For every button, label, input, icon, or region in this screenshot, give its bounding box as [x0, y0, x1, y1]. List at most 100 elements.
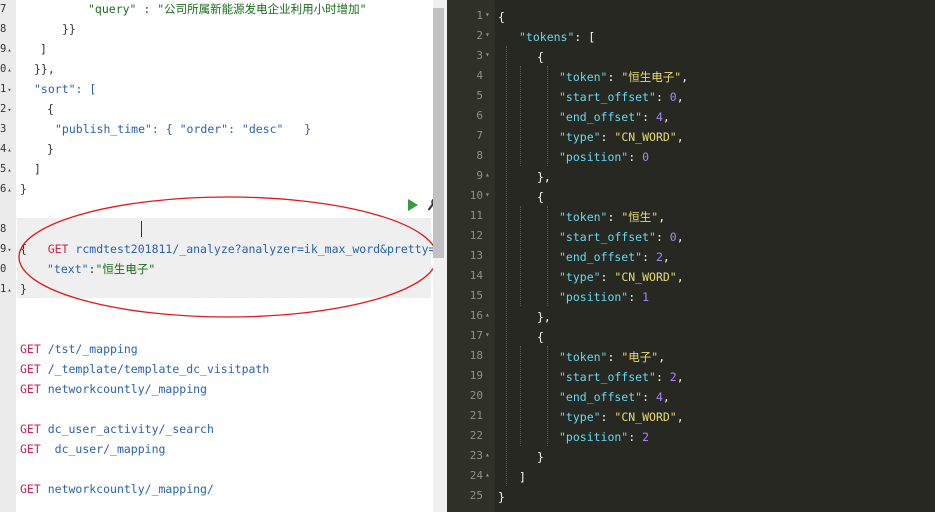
- token-field-position: "position": 2: [559, 430, 650, 444]
- token-field-end-offset: "end_offset": 4,: [559, 110, 670, 124]
- line-number: 6▴: [0, 183, 12, 195]
- json-tokens-close: ]: [519, 470, 526, 484]
- code-line[interactable]: }: [20, 279, 27, 299]
- token-field-position: "position": 1: [559, 290, 650, 304]
- line-number: 1▴: [0, 283, 12, 295]
- line-number: 1▾: [0, 83, 12, 95]
- send-request-icon[interactable]: [408, 199, 418, 211]
- line-number: 25: [469, 489, 483, 502]
- token-field-type: "type": "CN_WORD",: [559, 410, 684, 424]
- line-number: 20: [469, 389, 483, 402]
- token-field-start-offset: "start_offset": 0,: [559, 90, 684, 104]
- fold-up-icon[interactable]: ▴: [7, 46, 11, 54]
- json-tokens-key: "tokens": [: [519, 30, 596, 44]
- code-line[interactable]: "text":"恒生电子": [47, 259, 155, 279]
- line-number: 17: [469, 329, 483, 342]
- active-request-line[interactable]: GET rcmdtest201811/_analyze?analyzer=ik_…: [20, 219, 433, 256]
- fold-up-icon[interactable]: ▴: [7, 146, 11, 154]
- fold-marker-icon[interactable]: ▾: [485, 330, 495, 339]
- request-line[interactable]: GET /_template/template_dc_visitpath: [20, 359, 269, 379]
- request-line[interactable]: GET networkcountly/_mapping/: [20, 479, 214, 499]
- fold-up-icon[interactable]: ▴: [7, 166, 11, 174]
- code-line[interactable]: {: [47, 99, 54, 119]
- fold-marker-icon[interactable]: ▴: [485, 310, 495, 319]
- line-number: 0: [0, 263, 7, 275]
- code-line[interactable]: }: [47, 139, 54, 159]
- line-number: 24: [469, 469, 483, 482]
- line-number: 8: [0, 23, 7, 35]
- request-line[interactable]: GET networkcountly/_mapping: [20, 379, 207, 399]
- fold-marker-icon[interactable]: ▴: [485, 170, 495, 179]
- json-root-open: {: [498, 10, 505, 24]
- fold-marker-icon[interactable]: ▾: [485, 30, 495, 39]
- line-number: 3: [476, 49, 483, 62]
- line-number: 19: [469, 369, 483, 382]
- fold-marker-icon[interactable]: ▾: [485, 10, 495, 19]
- token-field-start-offset: "start_offset": 2,: [559, 370, 684, 384]
- line-number: 2▾: [0, 103, 12, 115]
- request-url: rcmdtest201811/_analyze?analyzer=ik_max_…: [75, 242, 433, 256]
- line-number: 10: [469, 189, 483, 202]
- code-line[interactable]: ]: [40, 39, 47, 59]
- line-number: 4: [476, 69, 483, 82]
- editor-scrollbar-thumb[interactable]: [433, 8, 444, 258]
- code-line[interactable]: }},: [34, 59, 55, 79]
- fold-marker-icon[interactable]: ▾: [485, 190, 495, 199]
- line-number: 15: [469, 289, 483, 302]
- fold-down-icon[interactable]: ▾: [7, 246, 11, 254]
- line-number: 21: [469, 409, 483, 422]
- request-line[interactable]: GET dc_user/_mapping: [20, 439, 165, 459]
- text-cursor: [141, 221, 142, 237]
- line-number: 9▾: [0, 243, 12, 255]
- code-line[interactable]: "sort": [: [34, 79, 96, 99]
- token-close-brace: },: [537, 170, 551, 184]
- token-close-brace: },: [537, 310, 551, 324]
- line-number: 22: [469, 429, 483, 442]
- line-number: 1: [476, 9, 483, 22]
- token-field-type: "type": "CN_WORD",: [559, 270, 684, 284]
- request-editor[interactable]: 7 8 9▴ 0▴ 1▾ 2▾ 3 4▴ 5▴ 6▴ 8 9▾ 0 1▴ "qu…: [0, 0, 433, 512]
- token-field-position: "position": 0: [559, 150, 650, 164]
- line-number: 8: [0, 223, 7, 235]
- line-number: 4▴: [0, 143, 12, 155]
- fold-marker-icon[interactable]: ▾: [485, 50, 495, 59]
- line-number: 9▴: [0, 43, 12, 55]
- code-line[interactable]: {: [20, 239, 27, 259]
- request-line[interactable]: GET /tst/_mapping: [20, 339, 138, 359]
- token-close-brace: }: [537, 450, 544, 464]
- fold-up-icon[interactable]: ▴: [7, 186, 11, 194]
- line-number: 8: [476, 149, 483, 162]
- line-number: 12: [469, 229, 483, 242]
- code-line[interactable]: "publish_time": { "order": "desc" }: [55, 119, 311, 139]
- line-number: 14: [469, 269, 483, 282]
- token-field-end-offset: "end_offset": 2,: [559, 250, 670, 264]
- request-method: GET: [47, 242, 69, 256]
- fold-marker-icon[interactable]: ▴: [485, 470, 495, 479]
- line-number: 18: [469, 349, 483, 362]
- line-number: 0▴: [0, 63, 12, 75]
- line-number: 5: [476, 89, 483, 102]
- fold-marker-icon[interactable]: ▴: [485, 450, 495, 459]
- line-number: 2: [476, 29, 483, 42]
- token-field-end-offset: "end_offset": 4,: [559, 390, 670, 404]
- request-line[interactable]: GET dc_user_activity/_search: [20, 419, 214, 439]
- line-number: 13: [469, 249, 483, 262]
- code-line[interactable]: }}: [62, 19, 76, 39]
- token-open-brace: {: [537, 190, 544, 204]
- line-number: 7: [476, 129, 483, 142]
- token-field-type: "type": "CN_WORD",: [559, 130, 684, 144]
- line-number: 11: [469, 209, 483, 222]
- editor-gutter: 7 8 9▴ 0▴ 1▾ 2▾ 3 4▴ 5▴ 6▴ 8 9▾ 0 1▴: [0, 0, 16, 512]
- code-line[interactable]: ]: [34, 159, 41, 179]
- body-key: "text": [47, 262, 89, 276]
- token-field-start-offset: "start_offset": 0,: [559, 230, 684, 244]
- line-number: 3: [0, 123, 7, 135]
- fold-down-icon[interactable]: ▾: [7, 86, 11, 94]
- fold-up-icon[interactable]: ▴: [7, 286, 11, 294]
- fold-down-icon[interactable]: ▾: [7, 106, 11, 114]
- fold-up-icon[interactable]: ▴: [7, 66, 11, 74]
- code-line[interactable]: "query" : "公司所属新能源发电企业利用小时增加": [88, 0, 367, 19]
- response-viewer[interactable]: 1 ▾ 2 ▾ 3 ▾ 4 5 6 7 8 9 ▴ 10 ▾ 11 12 13 14 15 16 ▴ 17 ▾ 18 19 20 21…: [447, 0, 935, 512]
- line-number: 9: [476, 169, 483, 182]
- code-line[interactable]: }: [20, 179, 27, 199]
